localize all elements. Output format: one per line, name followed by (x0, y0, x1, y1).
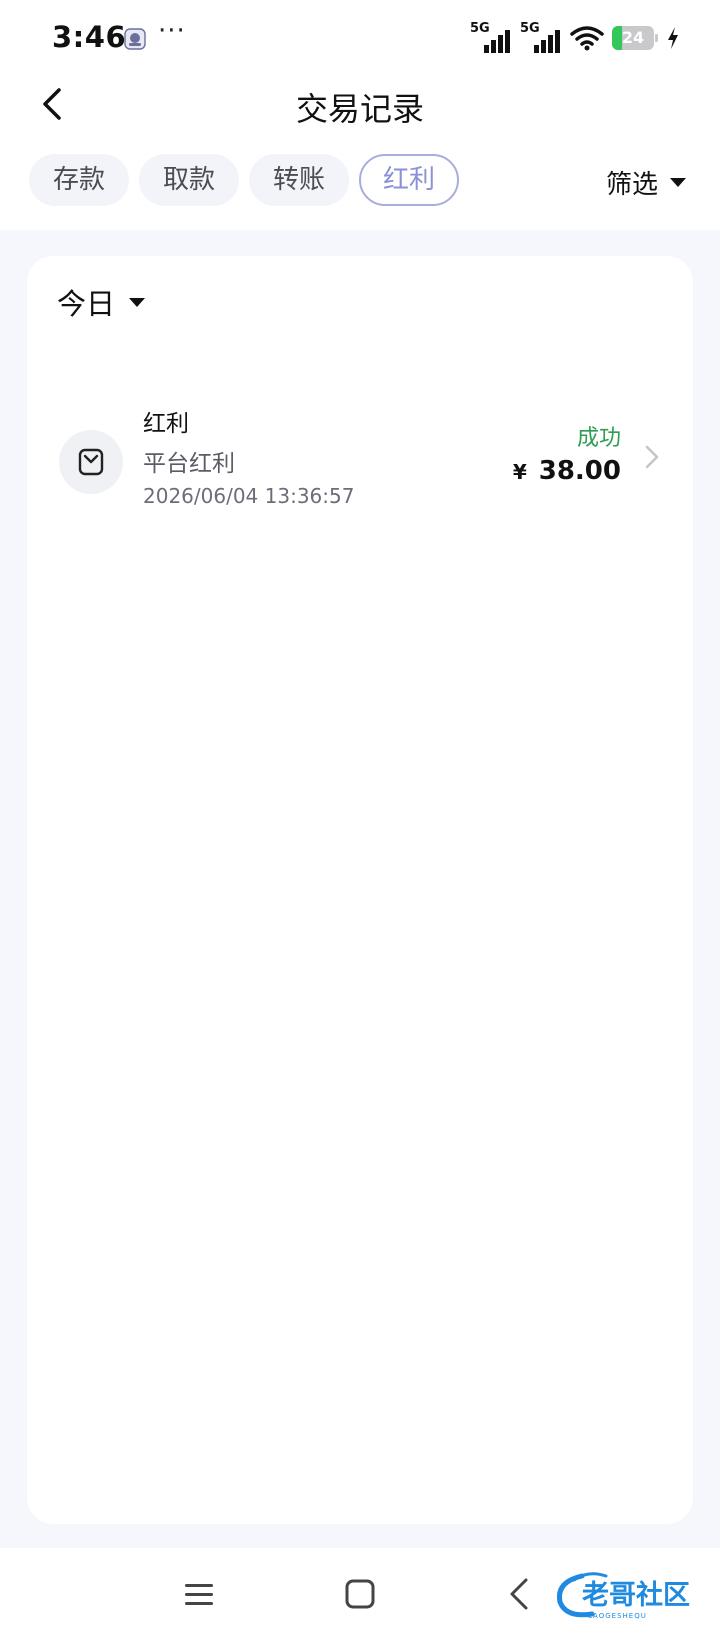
signal-icon: 5G (520, 21, 562, 53)
transaction-description: 平台红利 (143, 451, 235, 477)
date-filter-dropdown[interactable]: 今日 (57, 282, 146, 322)
transaction-list-card: 今日 红利 平台红利 2026/06/04 13:36:57 成功 ¥ 38.0… (27, 256, 693, 1524)
watermark-logo: 老哥社区 LAOGESHEQU (556, 1572, 690, 1620)
nav-back-icon[interactable] (500, 1574, 540, 1614)
caret-down-icon (670, 177, 686, 187)
transaction-status: 成功 (576, 426, 621, 451)
home-icon[interactable] (340, 1574, 380, 1614)
menu-icon[interactable] (179, 1574, 219, 1614)
transaction-type: 红利 (143, 411, 189, 437)
svg-text:LAOGESHEQU: LAOGESHEQU (588, 1612, 647, 1620)
tab-transfer[interactable]: 转账 (249, 154, 349, 206)
chevron-right-icon (645, 445, 659, 469)
charging-icon (668, 27, 678, 49)
tab-deposit[interactable]: 存款 (29, 154, 129, 206)
transaction-amount: ¥ 38.00 (513, 456, 621, 486)
status-bar: 3:46 ··· 5G 5G 24 (0, 0, 720, 72)
system-navigation-bar: 老哥社区 LAOGESHEQU (0, 1548, 720, 1640)
status-indicators: 5G 5G 24 (470, 21, 680, 54)
transaction-type-tabs: 存款 取款 转账 红利 筛选 (0, 148, 720, 224)
filter-label: 筛选 (605, 169, 658, 200)
wifi-icon (570, 26, 604, 51)
transaction-time: 2026/06/04 13:36:57 (143, 484, 355, 508)
svg-text:老哥社区: 老哥社区 (582, 1579, 690, 1611)
amount-value: 38.00 (538, 456, 621, 486)
app-header: 交易记录 (0, 72, 720, 152)
caret-down-icon (129, 297, 146, 307)
page-title: 交易记录 (295, 90, 424, 128)
transaction-row[interactable]: 红利 平台红利 2026/06/04 13:36:57 成功 ¥ 38.00 (27, 396, 693, 516)
signal-icon: 5G (470, 21, 512, 53)
tab-withdraw[interactable]: 取款 (139, 154, 239, 206)
more-notifications-icon: ··· (158, 16, 186, 46)
battery-icon: 24 (612, 26, 658, 50)
status-time: 3:46 (52, 20, 127, 54)
app-notification-icon (124, 28, 146, 50)
currency-symbol: ¥ (512, 460, 527, 484)
tab-bonus[interactable]: 红利 (359, 154, 459, 206)
filter-button[interactable]: 筛选 (606, 162, 686, 202)
date-filter-label: 今日 (57, 287, 116, 321)
bonus-icon (59, 430, 123, 494)
